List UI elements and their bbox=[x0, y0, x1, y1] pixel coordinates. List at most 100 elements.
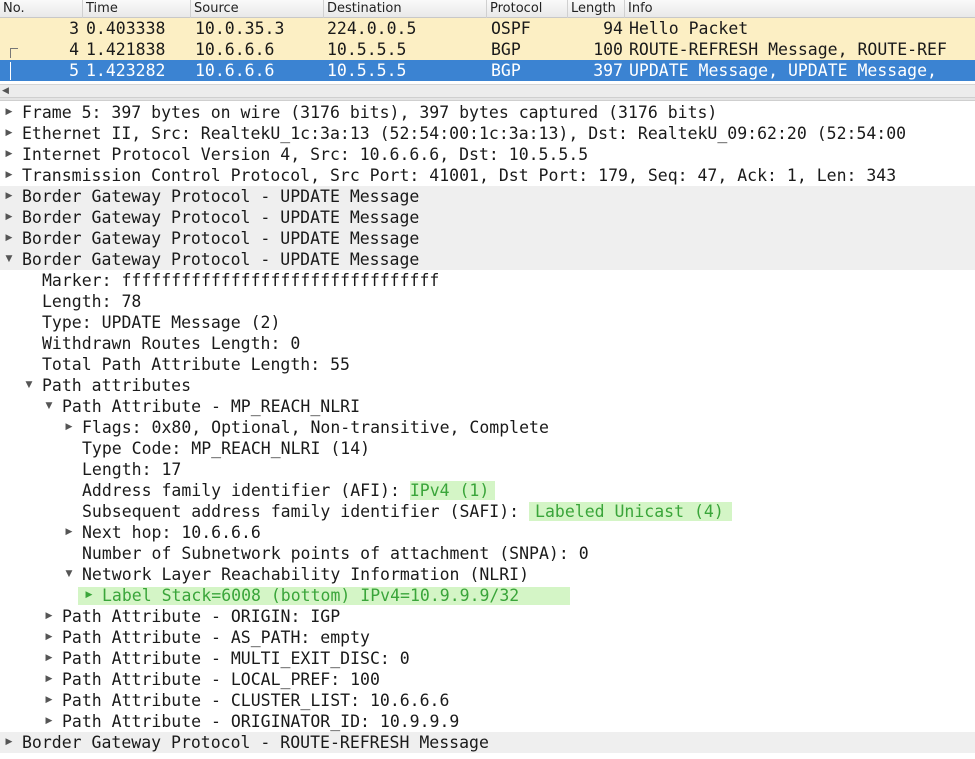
tree-item-bgp-update[interactable]: ▶ Border Gateway Protocol - UPDATE Messa… bbox=[0, 186, 975, 207]
triangle-down-icon[interactable]: ▼ bbox=[4, 249, 14, 270]
tree-item-label: Total Path Attribute Length: 55 bbox=[42, 355, 350, 374]
packet-destination: 224.0.0.5 bbox=[327, 19, 417, 38]
tree-item-ip[interactable]: ▶ Internet Protocol Version 4, Src: 10.6… bbox=[0, 144, 975, 165]
horizontal-scrollbar[interactable]: ◀ bbox=[0, 84, 975, 97]
column-header-length[interactable]: Length bbox=[568, 0, 625, 18]
packet-info: ROUTE-REFRESH Message, ROUTE-REF bbox=[629, 40, 947, 59]
column-header-time[interactable]: Time bbox=[83, 0, 191, 18]
tree-item-type[interactable]: Type: UPDATE Message (2) bbox=[0, 312, 975, 333]
tree-item-type-code[interactable]: Type Code: MP_REACH_NLRI (14) bbox=[0, 438, 975, 459]
scroll-left-arrow-icon[interactable]: ◀ bbox=[2, 85, 9, 97]
tree-item-pa-length[interactable]: Length: 17 bbox=[0, 459, 975, 480]
tree-item-label: Withdrawn Routes Length: 0 bbox=[42, 334, 301, 353]
tree-item-pa-local-pref[interactable]: ▶ Path Attribute - LOCAL_PREF: 100 bbox=[0, 669, 975, 690]
triangle-right-icon[interactable]: ▶ bbox=[4, 123, 14, 144]
tree-item-label: Label Stack=6008 (bottom) IPv4=10.9.9.9/… bbox=[102, 585, 519, 606]
tree-item-withdrawn[interactable]: Withdrawn Routes Length: 0 bbox=[0, 333, 975, 354]
triangle-right-icon[interactable]: ▶ bbox=[84, 585, 94, 606]
label-ipv4-text: IPv4=10.9.9.9/32 bbox=[360, 586, 520, 605]
packet-length: 397 bbox=[593, 61, 623, 80]
packet-source: 10.6.6.6 bbox=[195, 61, 275, 80]
tree-item-label: Ethernet II, Src: RealtekU_1c:3a:13 (52:… bbox=[22, 124, 907, 143]
tree-item-label: Frame 5: 397 bytes on wire (3176 bits), … bbox=[22, 103, 718, 122]
tree-item-pa-origin[interactable]: ▶ Path Attribute - ORIGIN: IGP bbox=[0, 606, 975, 627]
triangle-right-icon[interactable]: ▶ bbox=[4, 207, 14, 228]
triangle-right-icon[interactable]: ▶ bbox=[4, 102, 14, 123]
triangle-right-icon[interactable]: ▶ bbox=[4, 186, 14, 207]
tree-item-flags[interactable]: ▶ Flags: 0x80, Optional, Non-transitive,… bbox=[0, 417, 975, 438]
packet-length: 100 bbox=[593, 40, 623, 59]
safi-label: Subsequent address family identifier (SA… bbox=[82, 502, 530, 521]
tree-item-bgp-update[interactable]: ▶ Border Gateway Protocol - UPDATE Messa… bbox=[0, 228, 975, 249]
label-stack-text: Label Stack=6008 (bottom) bbox=[102, 586, 351, 605]
packet-row[interactable]: 3 0.403338 10.0.35.3 224.0.0.5 OSPF 94 H… bbox=[0, 18, 975, 39]
tree-item-pa-cluster-list[interactable]: ▶ Path Attribute - CLUSTER_LIST: 10.6.6.… bbox=[0, 690, 975, 711]
column-header-destination[interactable]: Destination bbox=[324, 0, 487, 18]
tree-item-label-stack[interactable]: ▶ Label Stack=6008 (bottom) IPv4=10.9.9.… bbox=[0, 585, 975, 606]
tree-item-afi[interactable]: Address family identifier (AFI): IPv4 (1… bbox=[0, 480, 975, 501]
tree-item-label: Border Gateway Protocol - ROUTE-REFRESH … bbox=[22, 733, 489, 752]
triangle-down-icon[interactable]: ▼ bbox=[44, 396, 54, 417]
triangle-right-icon[interactable]: ▶ bbox=[4, 144, 14, 165]
triangle-right-icon[interactable]: ▶ bbox=[44, 690, 54, 711]
tree-item-label: Number of Subnetwork points of attachmen… bbox=[82, 544, 589, 563]
tree-item-label: Border Gateway Protocol - UPDATE Message bbox=[22, 229, 420, 248]
triangle-right-icon[interactable]: ▶ bbox=[64, 522, 74, 543]
tree-item-bgp-route-refresh[interactable]: ▶ Border Gateway Protocol - ROUTE-REFRES… bbox=[0, 732, 975, 753]
packet-destination: 10.5.5.5 bbox=[327, 61, 407, 80]
triangle-right-icon[interactable]: ▶ bbox=[64, 417, 74, 438]
column-header-source[interactable]: Source bbox=[191, 0, 324, 18]
packet-time: 1.421838 bbox=[86, 40, 166, 59]
triangle-down-icon[interactable]: ▼ bbox=[64, 564, 74, 585]
tree-item-label: Path Attribute - MP_REACH_NLRI bbox=[62, 397, 361, 416]
tree-item-pa-as-path[interactable]: ▶ Path Attribute - AS_PATH: empty bbox=[0, 627, 975, 648]
tree-item-label: Internet Protocol Version 4, Src: 10.6.6… bbox=[22, 145, 589, 164]
tree-item-pa-med[interactable]: ▶ Path Attribute - MULTI_EXIT_DISC: 0 bbox=[0, 648, 975, 669]
tree-item-snpa[interactable]: Number of Subnetwork points of attachmen… bbox=[0, 543, 975, 564]
tree-item-length[interactable]: Length: 78 bbox=[0, 291, 975, 312]
tree-item-safi[interactable]: Subsequent address family identifier (SA… bbox=[0, 501, 975, 522]
packet-row-selected[interactable]: 5 1.423282 10.6.6.6 10.5.5.5 BGP 397 UPD… bbox=[0, 60, 975, 81]
tree-item-frame[interactable]: ▶ Frame 5: 397 bytes on wire (3176 bits)… bbox=[0, 102, 975, 123]
triangle-right-icon[interactable]: ▶ bbox=[44, 711, 54, 732]
triangle-right-icon[interactable]: ▶ bbox=[4, 228, 14, 249]
related-packet-bracket-icon bbox=[10, 48, 18, 58]
triangle-right-icon[interactable]: ▶ bbox=[44, 606, 54, 627]
column-header-no[interactable]: No. bbox=[0, 0, 83, 18]
column-header-protocol[interactable]: Protocol bbox=[487, 0, 568, 18]
tree-item-next-hop[interactable]: ▶ Next hop: 10.6.6.6 bbox=[0, 522, 975, 543]
column-header-info[interactable]: Info bbox=[625, 0, 975, 18]
tree-item-tcp[interactable]: ▶ Transmission Control Protocol, Src Por… bbox=[0, 165, 975, 186]
triangle-right-icon[interactable]: ▶ bbox=[44, 669, 54, 690]
packet-protocol: BGP bbox=[491, 40, 521, 59]
packet-source: 10.0.35.3 bbox=[195, 19, 285, 38]
triangle-down-icon[interactable]: ▼ bbox=[24, 375, 34, 396]
tree-item-ethernet[interactable]: ▶ Ethernet II, Src: RealtekU_1c:3a:13 (5… bbox=[0, 123, 975, 144]
tree-item-bgp-update-expanded[interactable]: ▼ Border Gateway Protocol - UPDATE Messa… bbox=[0, 249, 975, 270]
tree-item-marker[interactable]: Marker: ffffffffffffffffffffffffffffffff bbox=[0, 270, 975, 291]
packet-row[interactable]: 4 1.421838 10.6.6.6 10.5.5.5 BGP 100 ROU… bbox=[0, 39, 975, 60]
tree-item-label: Border Gateway Protocol - UPDATE Message bbox=[22, 250, 420, 269]
tree-item-path-attributes[interactable]: ▼ Path attributes bbox=[0, 375, 975, 396]
tree-item-label: Path Attribute - LOCAL_PREF: 100 bbox=[62, 670, 380, 689]
tree-item-label: Path Attribute - ORIGINATOR_ID: 10.9.9.9 bbox=[62, 712, 460, 731]
tree-item-total-path-attr-len[interactable]: Total Path Attribute Length: 55 bbox=[0, 354, 975, 375]
packet-time: 0.403338 bbox=[86, 19, 166, 38]
packet-time: 1.423282 bbox=[86, 61, 166, 80]
packet-protocol: BGP bbox=[491, 61, 521, 80]
triangle-right-icon[interactable]: ▶ bbox=[4, 165, 14, 186]
tree-item-label: Path Attribute - AS_PATH: empty bbox=[62, 628, 370, 647]
packet-info: UPDATE Message, UPDATE Message, bbox=[629, 61, 937, 80]
packet-details-tree: ▶ Frame 5: 397 bytes on wire (3176 bits)… bbox=[0, 102, 975, 759]
triangle-right-icon[interactable]: ▶ bbox=[44, 627, 54, 648]
triangle-right-icon[interactable]: ▶ bbox=[4, 732, 14, 753]
tree-item-nlri[interactable]: ▼ Network Layer Reachability Information… bbox=[0, 564, 975, 585]
tree-item-bgp-update[interactable]: ▶ Border Gateway Protocol - UPDATE Messa… bbox=[0, 207, 975, 228]
packet-list: No. Time Source Destination Protocol Len… bbox=[0, 0, 975, 97]
tree-item-pa-originator[interactable]: ▶ Path Attribute - ORIGINATOR_ID: 10.9.9… bbox=[0, 711, 975, 732]
triangle-right-icon[interactable]: ▶ bbox=[44, 648, 54, 669]
tree-item-label: Path attributes bbox=[42, 376, 192, 395]
tree-item-label: Path Attribute - CLUSTER_LIST: 10.6.6.6 bbox=[62, 691, 450, 710]
tree-item-pa-mp-reach[interactable]: ▼ Path Attribute - MP_REACH_NLRI bbox=[0, 396, 975, 417]
pane-splitter[interactable] bbox=[0, 97, 975, 101]
